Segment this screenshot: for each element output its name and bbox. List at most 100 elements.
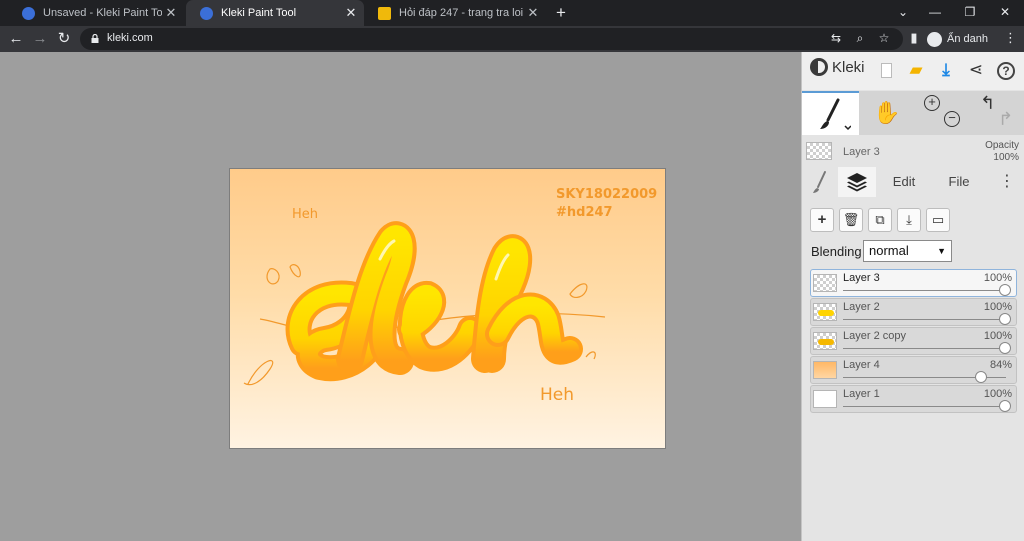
tab-title: Unsaved - Kleki Paint Tool [43,7,162,19]
new-tab-button[interactable]: + [552,3,570,23]
blending-label: Blending [811,244,862,259]
layer-thumbnail [813,303,837,321]
hand-tool[interactable]: ✋ [859,91,915,135]
incognito-profile[interactable]: Ẩn danh [927,29,988,49]
opacity-readout: Opacity 100% [985,140,1019,164]
share-icon[interactable]: ⋖ [965,59,987,81]
undo-icon[interactable]: ↰ [980,93,995,114]
more-options-icon[interactable]: ⋮ [992,167,1022,197]
layer-item[interactable]: Layer 3 100% [810,269,1017,297]
delete-layer-button[interactable]: 🗑 [839,208,863,232]
tab-title: Hỏi đáp 247 - trang tra loi [399,7,524,19]
opacity-slider-knob[interactable] [999,284,1011,296]
tab-kleki-paint-tool[interactable]: Kleki Paint Tool ✕ [186,0,364,26]
opacity-slider-track[interactable] [843,319,1006,320]
opacity-slider-knob[interactable] [999,400,1011,412]
hand-icon: ✋ [873,100,901,125]
blending-value: normal [869,243,909,258]
tab-title: Kleki Paint Tool [221,7,297,19]
zoom-icon[interactable]: ⌕ [852,31,868,46]
opacity-value: 100% [993,152,1019,163]
blending-select[interactable]: normal ▼ [863,240,952,262]
merge-down-icon: ⤓ [906,212,912,227]
merge-down-button[interactable]: ⤓ [897,208,921,232]
close-icon[interactable]: ✕ [162,5,180,21]
forward-arrow-icon[interactable]: → [30,29,50,49]
tab-edit[interactable]: Edit [878,167,930,197]
zoom-out-icon[interactable]: − [944,111,960,127]
duplicate-layer-button[interactable]: ⧉ [868,208,892,232]
layer-name: Layer 4 [843,359,880,371]
layer-opacity: 100% [983,301,1012,313]
zoom-controls: + − [916,91,968,135]
layer-item[interactable]: Layer 4 84% [810,356,1017,384]
tool-row: ✋ + − ↰ ↱ [802,91,1024,135]
panel-header: Kleki ▰ ⤓ ⋖ ? [802,52,1024,90]
hd247-favicon-icon [378,6,391,20]
tab-search-chevron-icon[interactable]: ⌄ [888,0,918,26]
opacity-slider-knob[interactable] [999,342,1011,354]
browser-tab-bar: Unsaved - Kleki Paint Tool ✕ Kleki Paint… [0,0,1024,26]
rename-icon: ▭ [931,212,945,227]
restore-icon[interactable]: ❐ [955,0,985,26]
watermark-line-1: SKY18022009 [556,187,658,202]
chevron-down-icon: ▼ [937,246,946,256]
help-icon[interactable]: ? [995,59,1017,81]
browser-menu-icon[interactable]: ⋮ [1004,30,1017,46]
trash-icon: 🗑 [842,212,860,227]
layer-opacity: 84% [989,359,1012,371]
close-icon[interactable]: ✕ [524,5,542,21]
layer-thumbnail [813,390,837,408]
back-arrow-icon[interactable]: ← [6,29,26,49]
tab-unsaved-kleki[interactable]: Unsaved - Kleki Paint Tool ✕ [8,0,184,26]
minimize-icon[interactable]: — [920,0,950,26]
current-layer-thumbnail [806,142,832,160]
history-controls: ↰ ↱ [970,91,1024,135]
translate-icon[interactable]: ⇆ [828,31,844,45]
close-icon[interactable]: ✕ [342,5,360,21]
reload-icon[interactable]: ↻ [54,29,74,49]
layer-opacity: 100% [983,388,1012,400]
new-file-icon[interactable] [875,59,897,81]
layer-item[interactable]: Layer 2 copy 100% [810,327,1017,355]
rename-layer-button[interactable]: ▭ [926,208,950,232]
tab-layers[interactable] [838,167,876,197]
plus-icon: + [817,211,827,228]
address-bar[interactable]: kleki.com ⇆ ⌕ ☆ [80,28,903,50]
opacity-slider-track[interactable] [843,290,1006,291]
layer-name: Layer 2 [843,301,880,313]
brush-tool[interactable] [802,91,859,135]
tab-hoi-dap-247[interactable]: Hỏi đáp 247 - trang tra loi ✕ [364,0,546,26]
layer-name: Layer 1 [843,388,880,400]
duplicate-icon: ⧉ [875,212,885,227]
layer-thumbnail [813,332,837,350]
brand-name: Kleki [832,58,865,76]
kleki-logo[interactable]: Kleki [810,58,865,76]
tab-brush[interactable] [802,167,838,197]
opacity-slider-track[interactable] [843,406,1006,407]
profile-label: Ẩn danh [947,33,988,45]
panel-tabs: Edit File ⋮ [802,167,1024,197]
side-panel-icon[interactable]: ▮ [905,30,923,46]
kleki-favicon-icon [200,6,213,20]
opacity-slider-knob[interactable] [999,313,1011,325]
layer-item[interactable]: Layer 2 100% [810,298,1017,326]
download-icon[interactable]: ⤓ [935,59,957,81]
layer-info-row: Layer 3 Opacity 100% [802,138,1024,166]
lock-icon [91,34,99,43]
zoom-in-icon[interactable]: + [924,95,940,111]
opacity-slider-track[interactable] [843,348,1006,349]
add-layer-button[interactable]: + [810,208,834,232]
layer-opacity: 100% [983,272,1012,284]
tab-file[interactable]: File [932,167,986,197]
layer-item[interactable]: Layer 1 100% [810,385,1017,413]
opacity-slider-knob[interactable] [975,371,987,383]
bookmark-star-icon[interactable]: ☆ [876,31,892,45]
layer-name: Layer 2 copy [843,330,906,342]
drawing-canvas[interactable]: SKY18022009 #hd247 Heh Heh [229,168,666,449]
redo-icon[interactable]: ↱ [998,109,1013,130]
open-folder-icon[interactable]: ▰ [905,59,927,81]
drawing-workspace[interactable]: SKY18022009 #hd247 Heh Heh [0,52,801,541]
layer-thumbnail [813,361,837,379]
window-close-icon[interactable]: ✕ [990,0,1020,26]
